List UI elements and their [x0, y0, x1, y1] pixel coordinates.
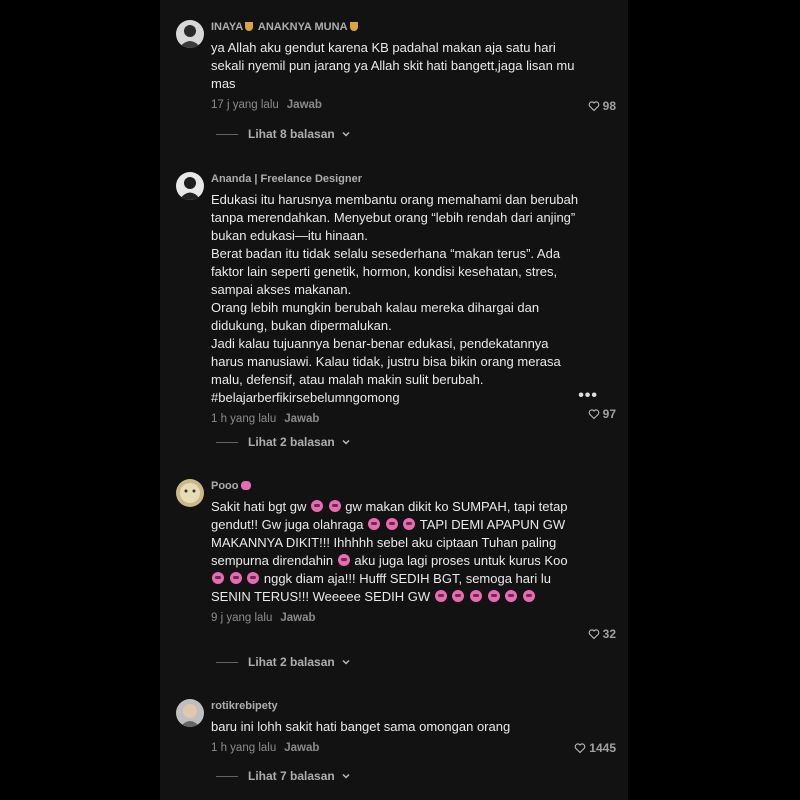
comment-author[interactable]: rotikrebipety [211, 699, 581, 713]
like-button[interactable]: 97 [588, 407, 616, 421]
divider [216, 441, 238, 443]
comment-body: INAYA ANAKNYA MUNA ya Allah aku gendut k… [211, 20, 581, 112]
crying-emoji-icon [337, 554, 350, 566]
like-button[interactable]: 1445 [574, 741, 616, 755]
crying-emoji-icon [311, 500, 323, 512]
comment-text: ya Allah aku gendut karena KB padahal ma… [211, 40, 575, 91]
crying-emoji-icon [247, 572, 260, 584]
crying-emoji-icon [505, 590, 518, 602]
timestamp: 1 h yang lalu [211, 413, 277, 425]
heart-icon [588, 409, 599, 420]
timestamp: 9 j yang lalu [211, 612, 273, 624]
comment-body: Ananda | Freelance Designer Edukasi itu … [211, 172, 581, 426]
divider [216, 133, 238, 135]
avatar[interactable] [176, 172, 204, 200]
reply-button[interactable]: Jawab [284, 742, 319, 754]
crying-emoji-icon [470, 590, 482, 602]
trophy-icon [245, 22, 254, 31]
like-count: 98 [602, 99, 616, 113]
view-replies-button[interactable]: Lihat 2 balasan [216, 655, 351, 669]
chevron-down-icon [342, 439, 350, 445]
comment-meta: 17 j yang lalu Jawab [211, 98, 581, 112]
crying-emoji-icon [385, 518, 398, 530]
view-replies-button[interactable]: Lihat 7 balasan [216, 769, 351, 783]
comments-panel: INAYA ANAKNYA MUNA ya Allah aku gendut k… [160, 0, 628, 800]
avatar[interactable] [176, 699, 204, 727]
chevron-down-icon [342, 773, 350, 779]
comment-author[interactable]: INAYA ANAKNYA MUNA [211, 20, 581, 34]
crying-emoji-icon [368, 518, 381, 530]
crying-emoji-icon [522, 590, 535, 602]
author-name[interactable]: Pooo [211, 480, 239, 492]
crying-emoji-icon [328, 500, 341, 512]
reply-button[interactable]: Jawab [287, 99, 322, 111]
chevron-down-icon [342, 659, 350, 665]
reply-button[interactable]: Jawab [284, 413, 319, 425]
comment-text: baru ini lohh sakit hati banget sama omo… [211, 719, 511, 734]
divider [216, 775, 238, 777]
like-button[interactable]: 32 [588, 627, 616, 641]
like-count: 97 [602, 407, 616, 421]
chevron-down-icon [342, 131, 350, 137]
crying-emoji-icon [403, 518, 416, 530]
comment-author[interactable]: Ananda | Freelance Designer [211, 172, 581, 186]
view-replies-button[interactable]: Lihat 8 balasan [216, 127, 351, 141]
reply-button[interactable]: Jawab [280, 612, 315, 624]
heart-icon [588, 101, 599, 112]
timestamp: 17 j yang lalu [211, 99, 279, 111]
comment-body: Pooo Sakit hati bgt gw gw makan dikit ko… [211, 479, 581, 625]
trophy-icon [349, 22, 358, 31]
avatar[interactable] [176, 479, 204, 507]
crying-emoji-icon [452, 590, 465, 602]
divider [216, 661, 238, 663]
crying-emoji-icon [229, 572, 242, 584]
comment-meta: 1 h yang lalu Jawab [211, 412, 581, 426]
like-count: 1445 [589, 741, 616, 755]
more-options-icon[interactable]: ••• [578, 387, 598, 405]
heart-icon [588, 629, 599, 640]
like-count: 32 [602, 627, 616, 641]
heart-icon [575, 743, 586, 754]
crying-emoji-icon [434, 590, 447, 602]
author-name-suffix[interactable]: ANAKNYA MUNA [258, 21, 348, 33]
like-button[interactable]: 98 [588, 99, 616, 113]
pig-emoji-icon [240, 481, 251, 490]
comment-body: rotikrebipety baru ini lohh sakit hati b… [211, 699, 581, 755]
view-replies-button[interactable]: Lihat 2 balasan [216, 435, 351, 449]
comment-meta: 9 j yang lalu Jawab [211, 611, 581, 625]
comment-text: Sakit hati bgt gw gw makan dikit ko SUMP… [211, 499, 568, 604]
timestamp: 1 h yang lalu [211, 742, 277, 754]
comment-text: Edukasi itu harusnya membantu orang mema… [211, 192, 579, 405]
author-name[interactable]: INAYA [211, 21, 243, 33]
avatar[interactable] [176, 20, 204, 48]
crying-emoji-icon [487, 590, 500, 602]
crying-emoji-icon [212, 572, 224, 584]
comment-meta: 1 h yang lalu Jawab [211, 741, 581, 755]
comment-author[interactable]: Pooo [211, 479, 581, 493]
